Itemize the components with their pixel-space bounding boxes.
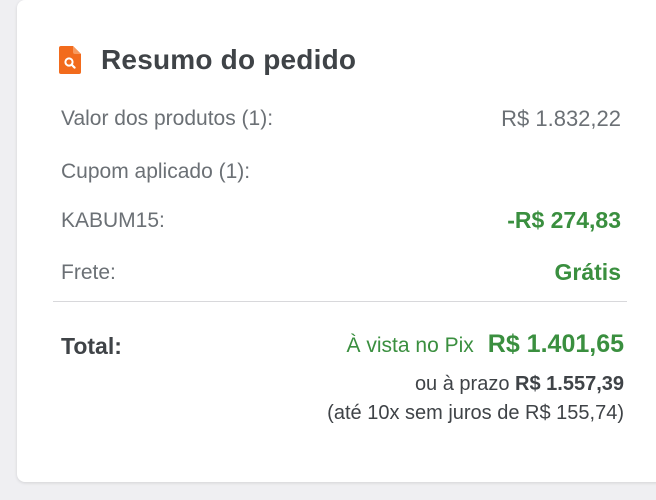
shipping-label: Frete: <box>61 260 116 284</box>
coupon-code-label: KABUM15: <box>61 208 165 232</box>
pix-label: À vista no Pix <box>346 334 474 357</box>
document-search-icon <box>59 46 81 74</box>
installment-total-value: R$ 1.557,39 <box>515 373 624 395</box>
coupon-code-row: KABUM15: -R$ 274,83 <box>61 207 621 234</box>
summary-title: Resumo do pedido <box>101 44 357 75</box>
products-label: Valor dos produtos (1): <box>61 107 274 130</box>
installment-details: (até 10x sem juros de R$ 155,74) <box>327 402 624 424</box>
shipping-value: Grátis <box>554 259 621 285</box>
installment-total: ou à prazo R$ 1.557,39 <box>415 373 624 396</box>
coupon-row: Cupom aplicado (1): <box>61 160 621 184</box>
installment-prefix: ou à prazo <box>414 373 516 395</box>
coupon-discount-value: -R$ 274,83 <box>507 207 621 233</box>
products-value: R$ 1.832,22 <box>501 106 621 131</box>
summary-divider <box>53 301 627 302</box>
coupon-label: Cupom aplicado (1): <box>61 160 251 183</box>
pix-total-value: R$ 1.401,65 <box>487 330 624 358</box>
summary-header: Resumo do pedido <box>59 40 356 80</box>
total-label: Total: <box>61 333 122 359</box>
order-summary-card: Resumo do pedido Valor dos produtos (1):… <box>17 0 656 482</box>
total-pix: À vista no Pix R$ 1.401,65 <box>347 330 624 359</box>
shipping-row: Frete: Grátis <box>61 259 621 286</box>
products-row: Valor dos produtos (1): R$ 1.832,22 <box>61 106 621 132</box>
